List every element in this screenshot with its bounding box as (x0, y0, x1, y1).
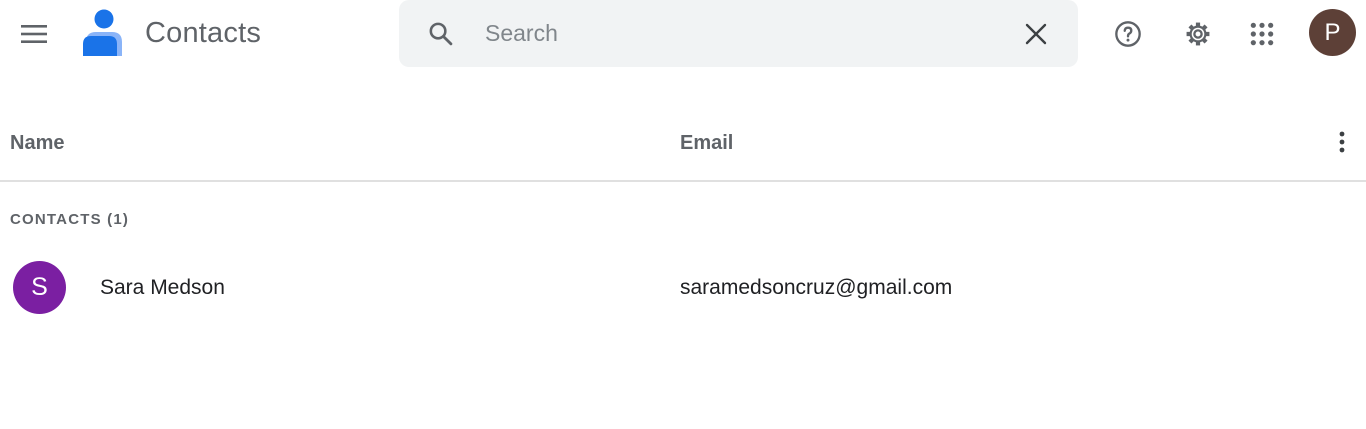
search-input[interactable] (485, 16, 1005, 50)
contact-name: Sara Medson (100, 276, 225, 299)
app-title: Contacts (145, 17, 262, 49)
main-menu-button[interactable] (14, 14, 54, 54)
hamburger-menu-icon (21, 25, 47, 43)
more-vert-icon (1339, 131, 1345, 153)
column-header-email[interactable]: Email (680, 132, 733, 155)
account-avatar[interactable]: P (1309, 9, 1356, 56)
settings-button[interactable] (1178, 14, 1218, 54)
contacts-app: Contacts Search P Name Email CONTACTS (1… (0, 0, 1366, 429)
section-label: CONTACTS (1) (10, 211, 130, 228)
google-apps-button[interactable] (1242, 14, 1282, 54)
clear-search-button[interactable] (1015, 13, 1057, 55)
close-icon (1025, 23, 1047, 45)
table-header: Name Email (0, 108, 1366, 182)
more-options-button[interactable] (1322, 122, 1362, 162)
contact-avatar: S (13, 261, 66, 314)
search-icon (429, 22, 453, 46)
help-icon (1115, 21, 1141, 47)
column-header-name[interactable]: Name (10, 132, 64, 155)
search-bar (399, 0, 1078, 67)
help-button[interactable] (1108, 14, 1148, 54)
apps-grid-icon (1250, 22, 1274, 46)
top-app-bar: Contacts Search P (0, 0, 1366, 68)
table-row[interactable]: S Sara Medson saramedsoncruz@gmail.com (0, 251, 1366, 323)
contact-email: saramedsoncruz@gmail.com (680, 276, 953, 299)
search-button[interactable] (421, 14, 461, 54)
gear-icon (1186, 22, 1210, 46)
contacts-logo-icon (83, 9, 122, 56)
